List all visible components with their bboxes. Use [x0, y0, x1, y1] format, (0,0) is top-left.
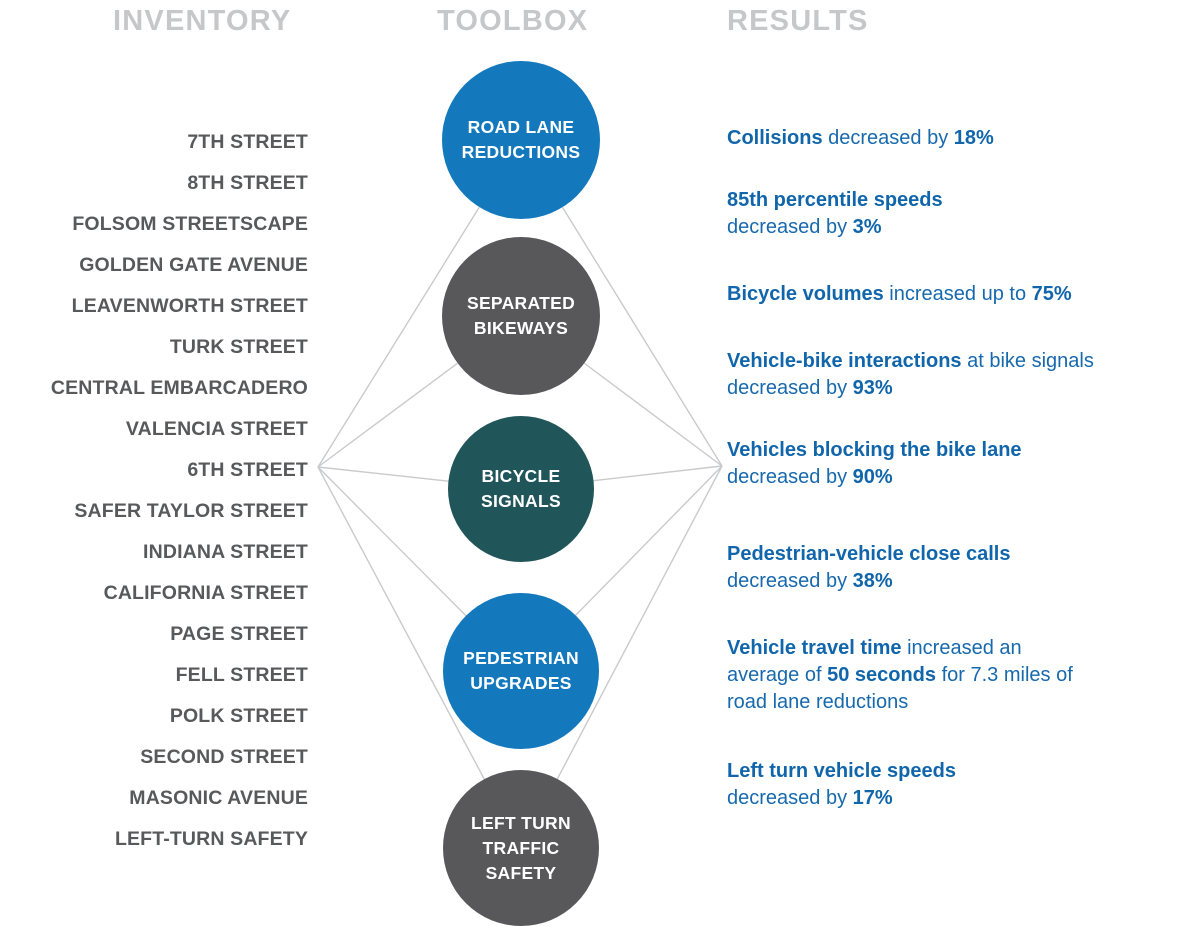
result-item: Collisions decreased by 18% — [727, 127, 994, 149]
toolbox-circle-label: SEPARATED BIKEWAYS — [466, 293, 576, 338]
inventory-item: VALENCIA STREET — [125, 418, 308, 440]
connector-right — [583, 362, 723, 467]
inventory-item: TURK STREET — [169, 336, 308, 358]
connector-left — [317, 466, 467, 617]
inventory-item: LEAVENWORTH STREET — [71, 295, 308, 317]
inventory-item: 7TH STREET — [187, 131, 308, 153]
connector-right — [593, 465, 723, 482]
result-item: Left turn vehicle speeds decreased by 17% — [727, 760, 956, 809]
toolbox-circle[interactable]: PEDESTRIAN UPGRADES — [443, 593, 599, 749]
result-item: Vehicles blocking the bike lane decreased… — [727, 439, 1022, 488]
column-header-inventory: INVENTORY — [113, 5, 292, 37]
inventory-item: MASONIC AVENUE — [129, 787, 308, 809]
inventory-item: PAGE STREET — [170, 623, 308, 645]
connector-left — [317, 466, 449, 482]
toolbox-circle[interactable]: SEPARATED BIKEWAYS — [442, 237, 600, 395]
toolbox-circle[interactable]: ROAD LANE REDUCTIONS — [442, 61, 600, 219]
toolbox-circle[interactable]: LEFT TURN TRAFFIC SAFETY — [443, 770, 599, 926]
toolbox-circle-label: BICYCLE SIGNALS — [481, 466, 561, 511]
inventory-item: SECOND STREET — [140, 746, 308, 768]
result-item: Vehicle-bike interactions at bike signal… — [727, 350, 1094, 399]
inventory-item: LEFT-TURN SAFETY — [114, 828, 308, 850]
inventory-item: 6TH STREET — [187, 459, 308, 481]
toolbox-circle[interactable]: BICYCLE SIGNALS — [448, 416, 594, 562]
inventory-item: 8TH STREET — [187, 172, 308, 194]
toolbox-circle-label: LEFT TURN TRAFFIC SAFETY — [471, 812, 571, 883]
inventory-list: 7TH STREET 8TH STREET FOLSOM STREETSCAPE GO… — [0, 122, 308, 860]
result-item: 85th percentile speeds decreased by 3% — [727, 189, 943, 238]
infographic-canvas: INVENTORY TOOLBOX RESULTS 7TH STREET 8TH … — [0, 0, 1200, 927]
column-header-toolbox: TOOLBOX — [437, 5, 589, 37]
toolbox-circle-label: PEDESTRIAN UPGRADES — [463, 648, 579, 693]
result-item: Pedestrian-vehicle close calls decreased … — [727, 543, 1011, 592]
inventory-item: GOLDEN GATE AVENUE — [79, 254, 308, 276]
inventory-item: INDIANA STREET — [143, 541, 308, 563]
connector-right — [575, 465, 723, 616]
inventory-item: FELL STREET — [175, 664, 308, 686]
toolbox-circle-label: ROAD LANE REDUCTIONS — [461, 117, 581, 162]
result-item: Vehicle travel time increased an average … — [727, 637, 1073, 713]
inventory-item: POLK STREET — [169, 705, 308, 727]
inventory-item: FOLSOM STREETSCAPE — [72, 213, 308, 235]
connector-left — [317, 362, 459, 468]
result-item: Bicycle volumes increased up to 75% — [727, 283, 1072, 305]
inventory-item: CALIFORNIA STREET — [103, 582, 308, 604]
inventory-item: CENTRAL EMBARCADERO — [50, 377, 308, 399]
column-header-results: RESULTS — [727, 5, 869, 37]
inventory-item: SAFER TAYLOR STREET — [74, 500, 308, 522]
